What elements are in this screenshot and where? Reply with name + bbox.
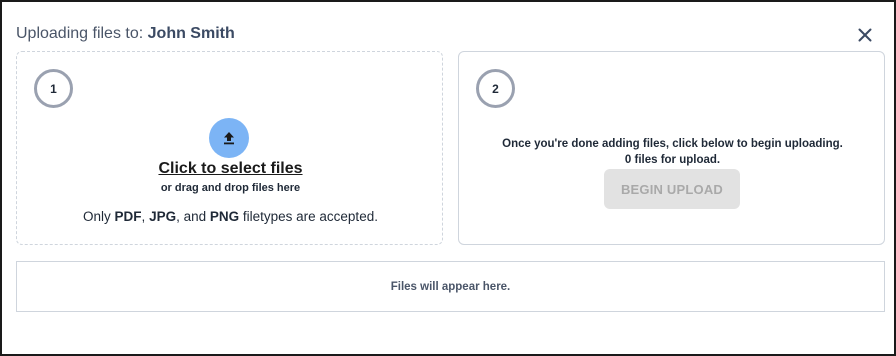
filetype-png: PNG: [209, 209, 240, 224]
file-count-label: files for upload.: [631, 154, 721, 166]
filetype-pdf: PDF: [114, 209, 142, 224]
drag-drop-hint: or drag and drop files here: [160, 182, 301, 194]
step-1-indicator: 1: [34, 69, 73, 108]
step-2-indicator: 2: [476, 69, 515, 108]
recipient-name: John Smith: [147, 25, 235, 42]
title-prefix: Uploading files to:: [16, 25, 148, 42]
accepted-sep-1: ,: [141, 209, 150, 224]
begin-upload-button[interactable]: BEGIN UPLOAD: [604, 169, 740, 209]
accepted-sep-2: , and: [176, 209, 210, 224]
file-count: 0 files for upload.: [459, 154, 886, 166]
files-placeholder: Files will appear here.: [390, 280, 511, 293]
close-icon: [858, 28, 872, 42]
modal-title: Uploading files to: John Smith: [16, 24, 235, 44]
filetype-jpg: JPG: [149, 209, 177, 224]
upload-instructions: Once you're done adding files, click bel…: [502, 138, 843, 150]
file-drop-zone[interactable]: 1 Click to select files or drag and drop…: [16, 51, 443, 245]
upload-modal: Uploading files to: John Smith 1 Click t…: [0, 0, 896, 356]
select-files-link[interactable]: Click to select files: [17, 160, 444, 178]
accepted-suffix: filetypes are accepted.: [239, 209, 378, 224]
close-button[interactable]: [854, 24, 876, 46]
files-list: Files will appear here.: [16, 261, 885, 312]
upload-button[interactable]: [209, 118, 249, 158]
upload-arrow-icon: [224, 132, 234, 145]
begin-upload-panel: 2 Once you're done adding files, click b…: [458, 51, 885, 245]
accepted-prefix: Only: [83, 209, 115, 224]
accepted-filetypes: Only PDF, JPG, and PNG filetypes are acc…: [17, 209, 444, 224]
